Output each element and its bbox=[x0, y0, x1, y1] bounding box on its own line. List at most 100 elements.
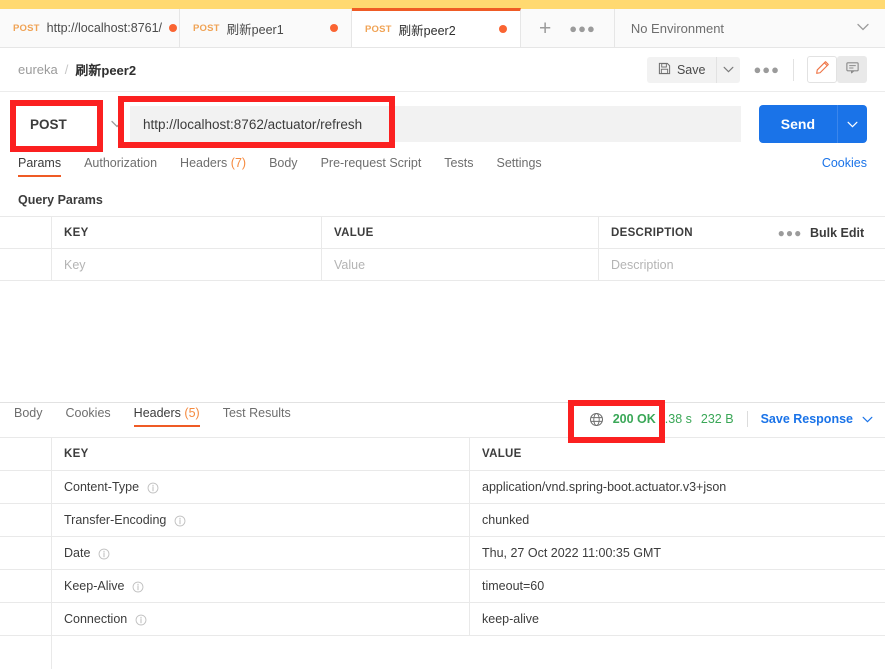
send-options-caret[interactable] bbox=[837, 105, 867, 143]
tab-tests[interactable]: Tests bbox=[444, 156, 473, 177]
globe-icon bbox=[589, 412, 604, 427]
info-icon[interactable] bbox=[135, 613, 147, 626]
tab-body[interactable]: Body bbox=[269, 156, 298, 177]
send-button[interactable]: Send bbox=[758, 105, 837, 143]
header-value: Thu, 27 Oct 2022 11:00:35 GMT bbox=[482, 546, 662, 560]
save-button[interactable]: Save bbox=[646, 56, 717, 83]
row-spacer bbox=[770, 249, 810, 280]
chevron-down-icon bbox=[111, 120, 123, 128]
send-button-group: Send bbox=[758, 105, 867, 143]
save-options-caret[interactable] bbox=[716, 56, 741, 83]
tab-label: Authorization bbox=[84, 156, 158, 170]
info-icon[interactable] bbox=[174, 514, 186, 527]
tab-authorization[interactable]: Authorization bbox=[84, 156, 157, 177]
table-row: Content-Type application/vnd.spring-boot… bbox=[0, 471, 885, 504]
header-value: keep-alive bbox=[482, 612, 539, 626]
comments-button[interactable] bbox=[837, 56, 867, 83]
tab-label: Settings bbox=[496, 156, 542, 170]
breadcrumb-row: eureka / 刷新peer2 Save ●●● bbox=[0, 48, 885, 92]
floppy-disk-icon bbox=[658, 62, 671, 78]
query-params-label: Query Params bbox=[18, 193, 103, 207]
environment-label: No Environment bbox=[630, 20, 725, 36]
status-code-label: 200 OK bbox=[612, 412, 656, 426]
breadcrumb-collection[interactable]: eureka bbox=[18, 62, 58, 77]
table-row: Transfer-Encoding chunked bbox=[0, 504, 885, 537]
param-value-placeholder[interactable]: Value bbox=[334, 258, 365, 272]
header-key: Transfer-Encoding bbox=[64, 513, 167, 527]
chevron-down-icon bbox=[857, 22, 869, 34]
tab-label: Test Results bbox=[222, 406, 291, 420]
column-header-value: VALUE bbox=[334, 226, 374, 239]
table-empty-area bbox=[0, 636, 885, 669]
tab-label: Params bbox=[18, 156, 62, 170]
divider bbox=[793, 58, 794, 81]
bulk-edit-button[interactable]: Bulk Edit bbox=[810, 217, 885, 248]
tab-method-label: POST bbox=[13, 22, 40, 34]
save-response-caret[interactable] bbox=[862, 412, 873, 426]
response-tab-cookies[interactable]: Cookies bbox=[66, 406, 111, 427]
tab-label: Pre-request Script bbox=[320, 156, 422, 170]
row-gutter bbox=[0, 504, 52, 536]
header-key: Connection bbox=[64, 612, 128, 626]
request-tab-bar: POST http://localhost:8761/ POST 刷新peer1… bbox=[0, 8, 885, 48]
tab-title: 刷新peer2 bbox=[398, 23, 456, 38]
environment-selector[interactable]: No Environment bbox=[615, 9, 885, 47]
request-tab-2[interactable]: POST 刷新peer1 bbox=[180, 9, 352, 47]
tab-method-label: POST bbox=[365, 23, 392, 35]
tab-label: Body bbox=[14, 406, 43, 420]
table-row[interactable]: Key Value Description bbox=[0, 249, 885, 281]
tab-title: http://localhost:8761/ bbox=[46, 21, 163, 35]
info-icon[interactable] bbox=[132, 580, 144, 593]
row-gutter bbox=[0, 438, 52, 470]
column-header-key: KEY bbox=[64, 448, 89, 460]
unsaved-dot-icon bbox=[169, 24, 178, 32]
tab-label: Headers bbox=[133, 406, 181, 420]
tab-headers[interactable]: Headers (7) bbox=[180, 156, 246, 177]
tab-pre-request-script[interactable]: Pre-request Script bbox=[321, 156, 422, 177]
request-more-options-icon[interactable]: ●●● bbox=[753, 62, 780, 77]
tab-bar-actions: + ●●● bbox=[521, 9, 615, 47]
save-response-button[interactable]: Save Response bbox=[761, 412, 853, 426]
tab-settings[interactable]: Settings bbox=[496, 156, 541, 177]
response-tab-headers[interactable]: Headers (5) bbox=[133, 406, 200, 427]
params-more-options-icon[interactable]: ●●● bbox=[770, 217, 810, 248]
breadcrumb-request-name[interactable]: 刷新peer2 bbox=[75, 60, 136, 79]
table-row: Date Thu, 27 Oct 2022 11:00:35 GMT bbox=[0, 537, 885, 570]
response-tab-test-results[interactable]: Test Results bbox=[223, 406, 291, 427]
info-icon[interactable] bbox=[98, 547, 110, 560]
header-value: chunked bbox=[482, 513, 530, 527]
row-gutter bbox=[0, 570, 52, 602]
ellipsis-icon[interactable]: ●●● bbox=[569, 21, 596, 36]
param-key-placeholder[interactable]: Key bbox=[64, 258, 86, 272]
column-header-key: KEY bbox=[64, 226, 89, 239]
chevron-down-icon bbox=[862, 416, 873, 423]
http-method-caret[interactable] bbox=[104, 106, 130, 142]
tab-params[interactable]: Params bbox=[18, 156, 62, 177]
chevron-down-icon bbox=[847, 121, 858, 128]
row-gutter bbox=[0, 636, 52, 669]
table-row: Keep-Alive timeout=60 bbox=[0, 570, 885, 603]
request-section-tabs: Params Authorization Headers (7) Body Pr… bbox=[0, 156, 885, 186]
unsaved-dot-icon bbox=[330, 24, 338, 32]
header-key: Date bbox=[64, 546, 91, 560]
breadcrumb-separator: / bbox=[64, 62, 69, 77]
table-row: Connection keep-alive bbox=[0, 603, 885, 636]
pencil-icon bbox=[815, 60, 830, 80]
cookies-link[interactable]: Cookies bbox=[822, 156, 867, 170]
url-input[interactable] bbox=[130, 106, 741, 142]
http-method-display[interactable]: POST bbox=[18, 106, 104, 142]
header-value: application/vnd.spring-boot.actuator.v3+… bbox=[482, 480, 727, 494]
table-header-row: KEY VALUE DESCRIPTION ●●● Bulk Edit bbox=[0, 217, 885, 249]
tab-method-label: POST bbox=[193, 22, 220, 34]
header-key: Content-Type bbox=[64, 480, 140, 494]
param-description-placeholder[interactable]: Description bbox=[611, 258, 674, 272]
response-tab-body[interactable]: Body bbox=[14, 406, 43, 427]
tab-count: (7) bbox=[230, 156, 247, 170]
plus-icon[interactable]: + bbox=[539, 18, 551, 39]
edit-documentation-button[interactable] bbox=[807, 56, 837, 83]
chevron-down-icon bbox=[723, 66, 734, 73]
row-spacer bbox=[810, 249, 885, 280]
info-icon[interactable] bbox=[147, 481, 159, 494]
request-tab-1[interactable]: POST http://localhost:8761/ bbox=[0, 9, 180, 47]
request-tab-3-active[interactable]: POST 刷新peer2 bbox=[352, 8, 521, 47]
